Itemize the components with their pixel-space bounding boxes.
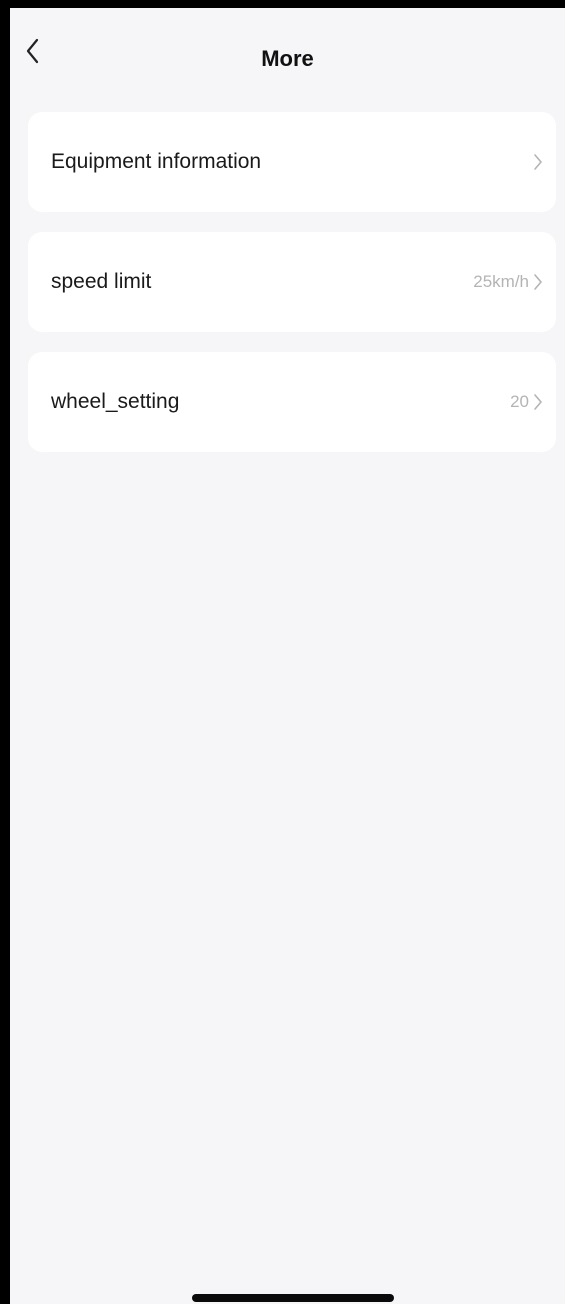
item-label: speed limit bbox=[51, 270, 152, 293]
header: More bbox=[10, 8, 565, 100]
chevron-right-icon bbox=[534, 394, 542, 410]
wheel-setting-item[interactable]: wheel_setting 20 bbox=[28, 352, 556, 452]
item-right: 25km/h bbox=[473, 272, 544, 292]
screen: More Equipment information speed limit 2… bbox=[10, 8, 565, 1304]
settings-list: Equipment information speed limit 25km/h… bbox=[28, 112, 556, 472]
chevron-right-icon bbox=[534, 274, 542, 290]
item-right: 20 bbox=[510, 392, 544, 412]
item-value: 25km/h bbox=[473, 272, 529, 291]
home-indicator[interactable] bbox=[192, 1294, 394, 1302]
speed-limit-item[interactable]: speed limit 25km/h bbox=[28, 232, 556, 332]
item-value: 20 bbox=[510, 392, 529, 411]
item-right bbox=[529, 152, 544, 172]
chevron-right-icon bbox=[534, 154, 542, 170]
page-title: More bbox=[261, 46, 314, 71]
item-label: wheel_setting bbox=[51, 390, 180, 413]
equipment-information-item[interactable]: Equipment information bbox=[28, 112, 556, 212]
item-label: Equipment information bbox=[51, 150, 262, 173]
